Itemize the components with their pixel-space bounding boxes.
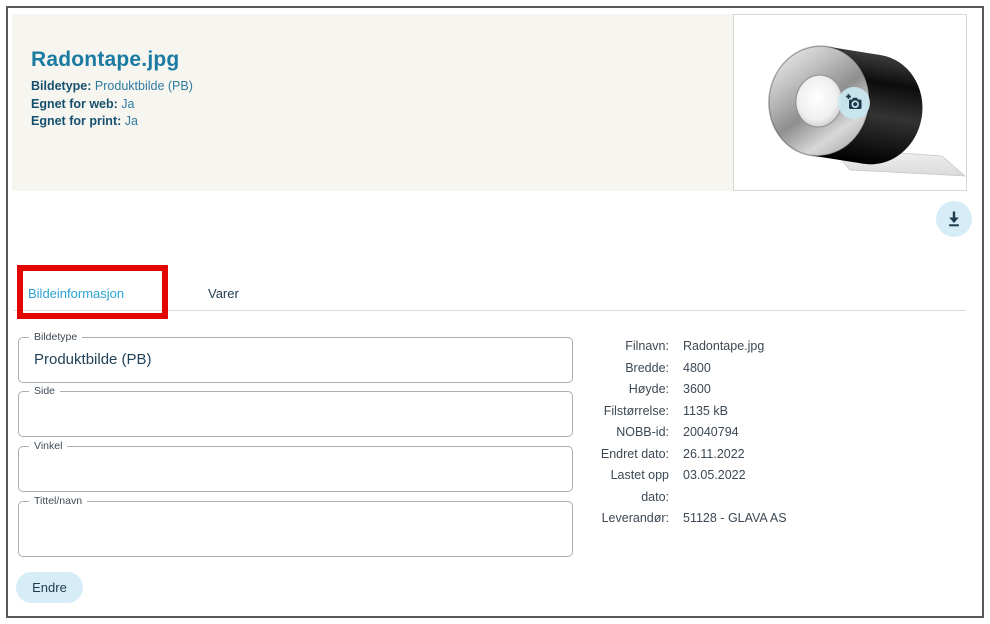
field-side[interactable]: Side: [18, 391, 573, 437]
image-header-panel: Radontape.jpg Bildetype: Produktbilde (P…: [12, 14, 966, 191]
field-bildetype-value: Produktbilde (PB): [19, 338, 572, 368]
field-vinkel-value: [19, 447, 572, 460]
detail-value: 51128 - GLAVA AS: [683, 508, 787, 530]
field-tittel-navn[interactable]: Tittel/navn: [18, 501, 573, 557]
page-title: Radontape.jpg: [31, 48, 193, 72]
detail-label: Endret dato:: [589, 444, 669, 466]
meta-egnet-print: Egnet for print: Ja: [31, 113, 193, 131]
detail-value: 26.11.2022: [683, 444, 787, 466]
detail-value: 1135 kB: [683, 401, 787, 423]
detail-label: Filnavn:: [589, 336, 669, 358]
field-vinkel[interactable]: Vinkel: [18, 446, 573, 492]
detail-value: 3600: [683, 379, 787, 401]
product-image-thumbnail[interactable]: [733, 14, 967, 191]
download-button[interactable]: [936, 201, 972, 237]
field-tittel-navn-value: [19, 502, 572, 515]
detail-label: NOBB-id:: [589, 422, 669, 444]
download-icon: [945, 210, 963, 228]
detail-label: Lastet opp dato:: [589, 465, 669, 508]
meta-bildetype: Bildetype: Produktbilde (PB): [31, 78, 193, 96]
detail-value: Radontape.jpg: [683, 336, 787, 358]
detail-label: Bredde:: [589, 358, 669, 380]
detail-value: 4800: [683, 358, 787, 380]
detail-label: Leverandør:: [589, 508, 669, 530]
field-vinkel-label: Vinkel: [29, 440, 67, 452]
detail-label: Filstørrelse:: [589, 401, 669, 423]
detail-value: 03.05.2022: [683, 465, 787, 508]
meta-egnet-web: Egnet for web: Ja: [31, 96, 193, 114]
detail-value: 20040794: [683, 422, 787, 444]
add-photo-icon: [843, 92, 865, 114]
endre-button[interactable]: Endre: [16, 572, 83, 603]
tab-varer[interactable]: Varer: [208, 286, 239, 301]
image-summary: Radontape.jpg Bildetype: Produktbilde (P…: [31, 48, 193, 131]
add-photo-button[interactable]: [838, 87, 870, 119]
detail-label: Høyde:: [589, 379, 669, 401]
tabs-divider: [14, 310, 966, 311]
file-details-list: Filnavn: Radontape.jpg Bredde: 4800 Høyd…: [589, 336, 787, 530]
tab-bildeinformasjon[interactable]: Bildeinformasjon: [28, 286, 124, 301]
field-tittel-navn-label: Tittel/navn: [29, 495, 87, 507]
field-bildetype-label: Bildetype: [29, 331, 82, 343]
field-side-value: [19, 392, 572, 405]
field-bildetype[interactable]: Bildetype Produktbilde (PB): [18, 337, 573, 383]
field-side-label: Side: [29, 385, 60, 397]
